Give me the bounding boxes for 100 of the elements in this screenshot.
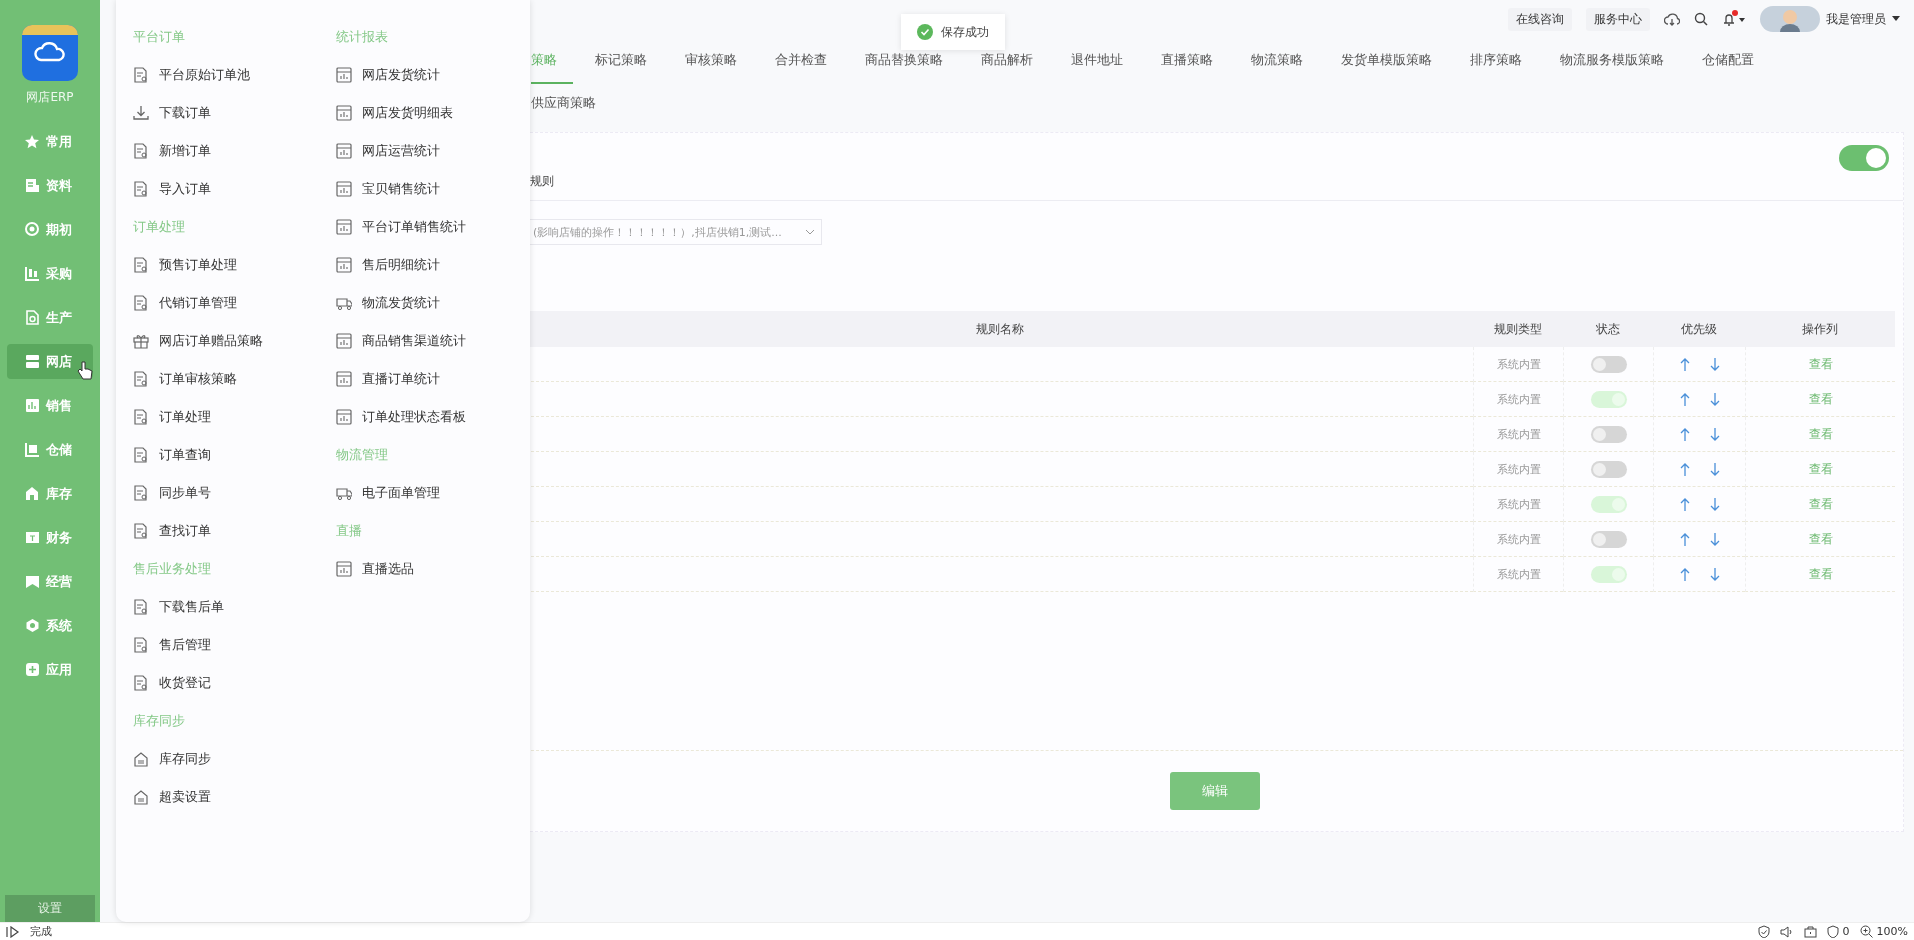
menu-item[interactable]: 订单处理 bbox=[133, 398, 328, 436]
user-name[interactable]: 我是管理员 bbox=[1826, 10, 1886, 28]
document-icon bbox=[133, 295, 149, 311]
sidebar-icon bbox=[25, 310, 40, 325]
menu-item[interactable]: 直播订单统计 bbox=[335, 360, 530, 398]
menu-item[interactable]: 平台原始订单池 bbox=[133, 56, 328, 94]
toggle-switch[interactable] bbox=[1590, 390, 1627, 408]
tab[interactable]: 物流服务模版策略 bbox=[1560, 38, 1680, 84]
shield-icon bbox=[1757, 925, 1770, 938]
menu-item[interactable]: 查找订单 bbox=[133, 512, 328, 550]
zoom-icon bbox=[1859, 925, 1873, 938]
menu-item[interactable]: 超卖设置 bbox=[133, 778, 328, 816]
sidebar-icon bbox=[25, 662, 40, 677]
report-icon bbox=[335, 257, 352, 273]
menu-item[interactable]: 订单处理状态看板 bbox=[335, 398, 530, 436]
document-icon bbox=[133, 485, 149, 501]
caret-icon bbox=[1892, 16, 1900, 22]
menu-item[interactable]: 下载售后单 bbox=[133, 588, 328, 626]
tab[interactable]: 排序策略 bbox=[1470, 38, 1538, 84]
sidebar-icon bbox=[25, 574, 40, 589]
menu-item[interactable]: 库存同步 bbox=[133, 740, 328, 778]
menu-item[interactable]: 网店发货明细表 bbox=[335, 94, 530, 132]
document-icon bbox=[133, 523, 149, 539]
arrow-down-icon bbox=[1709, 462, 1720, 476]
menu-section-title: 物流管理 bbox=[335, 446, 389, 464]
tab[interactable]: 合并检查 bbox=[775, 38, 843, 84]
gift-icon bbox=[133, 333, 149, 349]
tab[interactable]: 发货单模版策略 bbox=[1341, 38, 1448, 84]
arrow-down-icon bbox=[1709, 427, 1720, 441]
tab[interactable]: 商品替换策略 bbox=[865, 38, 959, 84]
menu-item[interactable]: 导入订单 bbox=[133, 170, 328, 208]
menu-item[interactable]: 电子面单管理 bbox=[335, 474, 530, 512]
toggle-switch[interactable] bbox=[1590, 460, 1627, 478]
menu-section-title: 直播 bbox=[335, 522, 363, 540]
tab[interactable]: 标记策略 bbox=[595, 38, 663, 84]
menu-item[interactable]: 售后管理 bbox=[133, 626, 328, 664]
menu-item[interactable]: 订单查询 bbox=[133, 436, 328, 474]
tab[interactable]: 仓储配置 bbox=[1702, 38, 1770, 84]
arrow-up-icon bbox=[1679, 357, 1690, 371]
tab[interactable]: 直播策略 bbox=[1161, 38, 1229, 84]
toggle-switch[interactable] bbox=[1590, 495, 1627, 513]
bell-icon bbox=[1722, 12, 1746, 26]
badge-icon bbox=[1826, 925, 1839, 938]
toggle-switch[interactable] bbox=[1590, 565, 1627, 583]
sidebar-icon bbox=[25, 442, 40, 457]
toggle-switch[interactable] bbox=[1590, 355, 1627, 373]
report-icon bbox=[335, 219, 352, 235]
menu-item[interactable]: 预售订单处理 bbox=[133, 246, 328, 284]
document-icon bbox=[133, 143, 149, 159]
arrow-up-icon bbox=[1679, 462, 1690, 476]
cloud-download-icon bbox=[1664, 12, 1680, 26]
truck-icon bbox=[335, 295, 352, 311]
toggle-switch[interactable] bbox=[1839, 145, 1889, 171]
arrow-down-icon bbox=[1709, 532, 1720, 546]
document-icon bbox=[133, 257, 149, 273]
report-icon bbox=[335, 409, 352, 425]
toggle-switch[interactable] bbox=[1590, 425, 1627, 443]
report-icon bbox=[335, 371, 352, 387]
report-icon bbox=[335, 333, 352, 349]
table-cell: 系统内置 bbox=[1473, 452, 1563, 487]
briefcase-icon bbox=[1803, 925, 1817, 938]
cursor-icon bbox=[77, 360, 93, 380]
zoom-level[interactable]: 100% bbox=[1876, 925, 1908, 938]
table-cell: 系统内置 bbox=[1473, 417, 1563, 452]
top-link[interactable]: 在线咨询 bbox=[1508, 7, 1572, 31]
logo-icon bbox=[22, 25, 78, 81]
tab[interactable]: 商品解析 bbox=[981, 38, 1049, 84]
tab[interactable]: 供应商策略 bbox=[531, 81, 612, 127]
menu-item[interactable]: 网店运营统计 bbox=[335, 132, 530, 170]
avatar-icon bbox=[1760, 6, 1820, 32]
menu-item[interactable]: 网店订单赠品策略 bbox=[133, 322, 328, 360]
toggle-switch[interactable] bbox=[1590, 530, 1627, 548]
table-cell: 系统内置 bbox=[1473, 347, 1563, 382]
menu-item[interactable]: 收货登记 bbox=[133, 664, 328, 702]
report-icon bbox=[335, 105, 352, 121]
menu-item[interactable]: 售后明细统计 bbox=[335, 246, 530, 284]
sidebar-icon bbox=[25, 486, 40, 501]
house-icon bbox=[133, 789, 149, 805]
sidebar-icon bbox=[25, 354, 40, 369]
search-icon bbox=[1694, 12, 1708, 26]
menu-section-title: 统计报表 bbox=[335, 28, 389, 46]
top-link[interactable]: 服务中心 bbox=[1586, 7, 1650, 31]
menu-item[interactable]: 网店发货统计 bbox=[335, 56, 530, 94]
tab[interactable]: 审核策略 bbox=[685, 38, 753, 84]
play-icon bbox=[6, 925, 20, 938]
tab[interactable]: 退件地址 bbox=[1071, 38, 1139, 84]
truck-icon bbox=[335, 485, 352, 501]
menu-item[interactable]: 订单审核策略 bbox=[133, 360, 328, 398]
table-cell: 系统内置 bbox=[1473, 487, 1563, 522]
menu-item[interactable]: 代销订单管理 bbox=[133, 284, 328, 322]
menu-item[interactable]: 直播选品 bbox=[335, 550, 530, 588]
table-cell: 系统内置 bbox=[1473, 382, 1563, 417]
document-icon bbox=[133, 409, 149, 425]
report-icon bbox=[335, 561, 352, 577]
tab[interactable]: 物流策略 bbox=[1251, 38, 1319, 84]
menu-item[interactable]: 同步单号 bbox=[133, 474, 328, 512]
menu-item[interactable]: 下载订单 bbox=[133, 94, 328, 132]
sidebar-icon bbox=[25, 134, 40, 149]
menu-item[interactable]: 新增订单 bbox=[133, 132, 328, 170]
arrow-down-icon bbox=[1709, 357, 1720, 371]
